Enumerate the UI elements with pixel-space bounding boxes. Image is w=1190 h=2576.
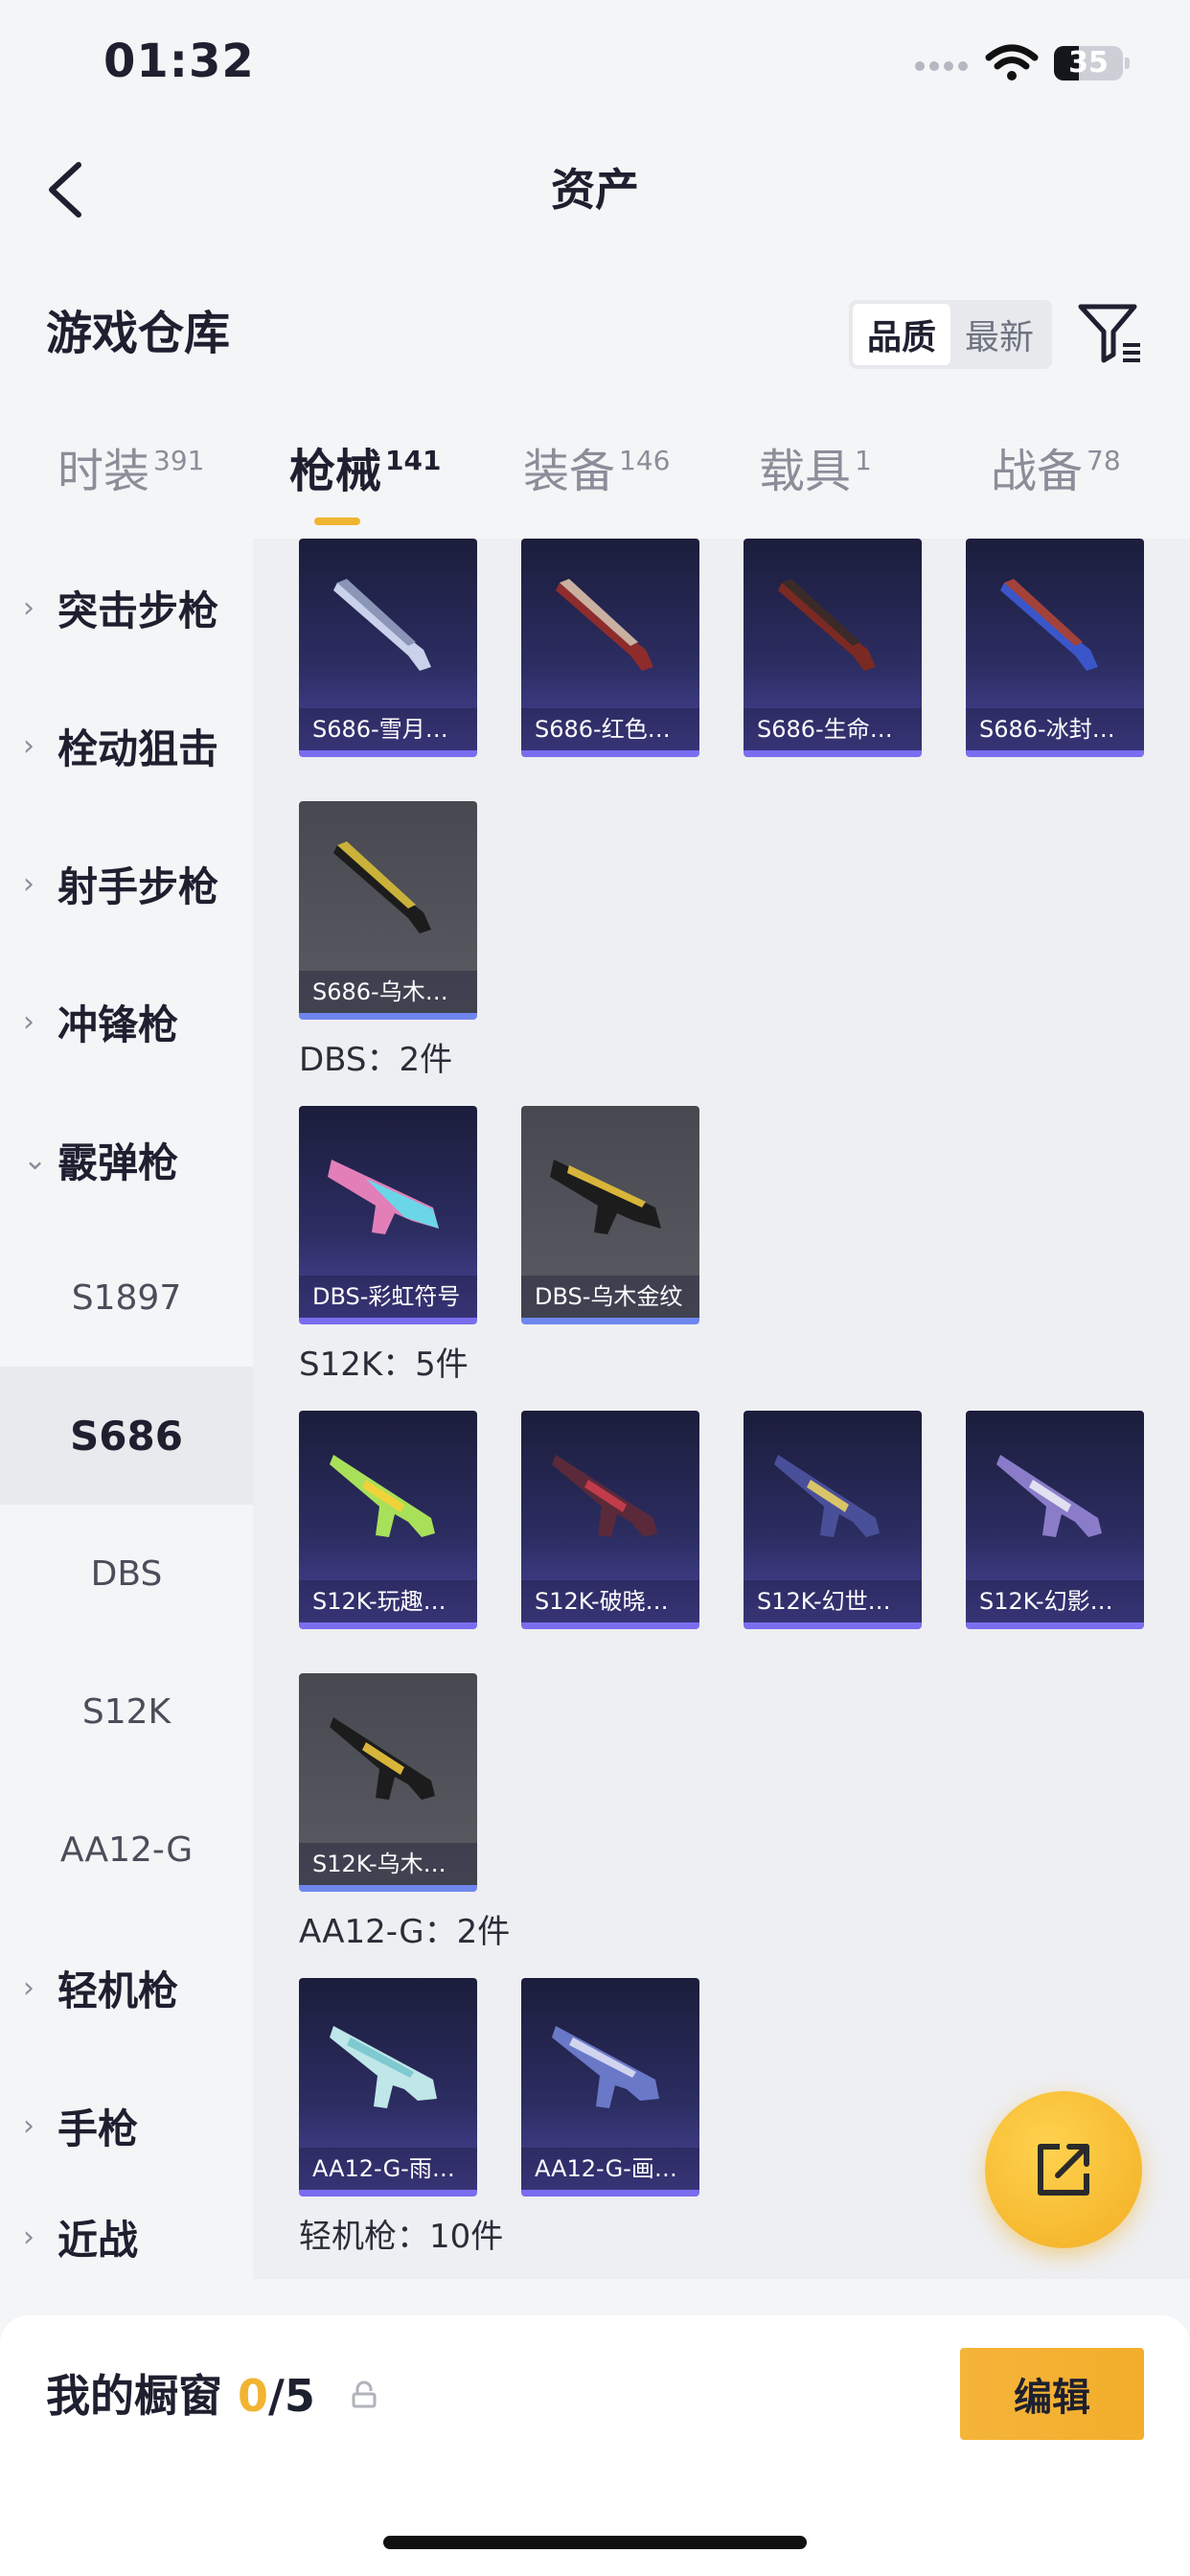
sidebar-subitem-aa12g[interactable]: AA12-G [0, 1781, 253, 1919]
item-card[interactable]: S686-红色… [521, 539, 699, 757]
shotgun-skin-icon [550, 1160, 661, 1234]
chevron-right-icon: › [23, 590, 34, 625]
item-grid: S686-雪月… S686-红色… S686-生命… S686-冰封… S686… [253, 539, 1190, 2279]
item-name: DBS-彩虹符号 [299, 1276, 477, 1318]
rifle-skin-icon [774, 1455, 880, 1537]
item-card[interactable]: S686-雪月… [299, 539, 477, 757]
item-card[interactable]: S12K-幻世… [744, 1411, 922, 1629]
sidebar-item-lmg[interactable]: › 轻机枪 [0, 1919, 253, 2057]
item-name: S686-雪月… [299, 708, 477, 750]
edit-button[interactable]: 编辑 [960, 2348, 1144, 2440]
item-name: DBS-乌木金纹 [521, 1276, 699, 1318]
chevron-right-icon: › [23, 2220, 34, 2254]
page-title: 资产 [551, 164, 639, 216]
item-name: S12K-玩趣… [299, 1580, 477, 1622]
share-icon [1038, 2144, 1089, 2196]
item-card[interactable]: S12K-幻影… [966, 1411, 1144, 1629]
tab-supplies[interactable]: 战备 78 [991, 441, 1121, 509]
rifle-skin-icon [330, 1455, 435, 1537]
item-card[interactable]: DBS-彩虹符号 [299, 1106, 477, 1324]
rifle-skin-icon [552, 1455, 657, 1537]
group-label-dbs: DBS：2件 [299, 1041, 453, 1079]
item-card[interactable]: S686-乌木… [299, 801, 477, 1020]
tab-firearms[interactable]: 枪械 141 [289, 441, 441, 509]
rifle-skin-icon [330, 2026, 437, 2108]
category-sidebar: › 突击步枪 › 栓动狙击 › 射手步枪 › 冲锋枪 ⌄ 霰弹枪 S1897 S686 D… [0, 539, 253, 2279]
item-name: S686-红色… [521, 708, 699, 750]
sidebar-item-marksman-rifle[interactable]: › 射手步枪 [0, 815, 253, 953]
shotgun-skin-icon [333, 579, 431, 671]
shotgun-skin-icon [328, 1160, 439, 1234]
battery-level: 35 [1068, 46, 1109, 80]
sidebar-item-bolt-sniper[interactable]: › 栓动狙击 [0, 677, 253, 815]
sidebar-subitem-s12k[interactable]: S12K [0, 1643, 253, 1781]
item-name: S12K-幻影… [966, 1580, 1144, 1622]
share-button[interactable] [985, 2091, 1142, 2248]
shotgun-skin-icon [556, 579, 653, 671]
sidebar-item-shotgun[interactable]: ⌄ 霰弹枪 [0, 1091, 253, 1229]
sort-toggle: 品质 最新 [849, 300, 1052, 369]
item-card[interactable]: S686-生命… [744, 539, 922, 757]
sidebar-subitem-s1897[interactable]: S1897 [0, 1229, 253, 1367]
item-name: S12K-乌木… [299, 1843, 477, 1885]
chevron-down-icon: ⌄ [23, 1142, 48, 1177]
sort-quality-button[interactable]: 品质 [853, 304, 950, 365]
sidebar-item-assault-rifle[interactable]: › 突击步枪 [0, 539, 253, 677]
sidebar-subitem-s686[interactable]: S686 [0, 1367, 253, 1505]
sidebar-subitem-dbs[interactable]: DBS [0, 1505, 253, 1643]
rifle-skin-icon [552, 2026, 659, 2108]
item-name: S686-冰封… [966, 708, 1144, 750]
item-card[interactable]: S686-冰封… [966, 539, 1144, 757]
shotgun-skin-icon [333, 841, 431, 933]
group-label-s12k: S12K：5件 [299, 1346, 469, 1384]
tab-fashion[interactable]: 时装 391 [57, 441, 204, 509]
status-time: 01:32 [103, 34, 255, 88]
showcase-title: 我的橱窗 0/5 [46, 2370, 315, 2422]
chevron-right-icon: › [23, 1970, 34, 2005]
active-tab-indicator [314, 518, 360, 525]
sidebar-item-smg[interactable]: › 冲锋枪 [0, 953, 253, 1091]
rifle-skin-icon [996, 1455, 1102, 1537]
home-indicator [383, 2536, 807, 2549]
chevron-right-icon: › [23, 866, 34, 901]
group-label-aa12g: AA12-G：2件 [299, 1913, 511, 1951]
wifi-icon [985, 44, 1039, 80]
lock-icon [352, 2380, 377, 2408]
item-card[interactable]: AA12-G-雨… [299, 1978, 477, 2196]
tab-equipment[interactable]: 装备 146 [523, 441, 670, 509]
tab-vehicles[interactable]: 载具 1 [759, 441, 872, 509]
item-card[interactable]: S12K-玩趣… [299, 1411, 477, 1629]
shotgun-skin-icon [778, 579, 876, 671]
item-card[interactable]: S12K-乌木… [299, 1673, 477, 1892]
item-card[interactable]: AA12-G-画… [521, 1978, 699, 2196]
shotgun-skin-icon [1000, 579, 1098, 671]
item-name: AA12-G-画… [521, 2148, 699, 2190]
category-tabs: 时装 391 枪械 141 装备 146 载具 1 战备 78 [0, 431, 1190, 537]
item-name: S12K-幻世… [744, 1580, 922, 1622]
item-name: AA12-G-雨… [299, 2148, 477, 2190]
item-name: S686-乌木… [299, 971, 477, 1013]
battery-icon: 35 [1054, 46, 1123, 80]
item-name: S686-生命… [744, 708, 922, 750]
showcase-count: 0 [238, 2370, 269, 2422]
filter-icon[interactable] [1075, 299, 1144, 368]
chevron-right-icon: › [23, 2108, 34, 2143]
signal-icon [915, 61, 973, 75]
sort-newest-button[interactable]: 最新 [950, 304, 1048, 365]
item-card[interactable]: S12K-破晓… [521, 1411, 699, 1629]
rifle-skin-icon [330, 1717, 435, 1800]
item-card[interactable]: DBS-乌木金纹 [521, 1106, 699, 1324]
sidebar-item-melee[interactable]: › 近战 [0, 2195, 253, 2279]
sidebar-item-pistol[interactable]: › 手枪 [0, 2057, 253, 2195]
battery-tip [1125, 58, 1130, 69]
chevron-right-icon: › [23, 1004, 34, 1039]
item-name: S12K-破晓… [521, 1580, 699, 1622]
section-title: 游戏仓库 [46, 307, 231, 360]
group-label-lmg: 轻机枪：10件 [299, 2218, 504, 2256]
chevron-right-icon: › [23, 728, 34, 763]
showcase-total: /5 [268, 2370, 315, 2422]
